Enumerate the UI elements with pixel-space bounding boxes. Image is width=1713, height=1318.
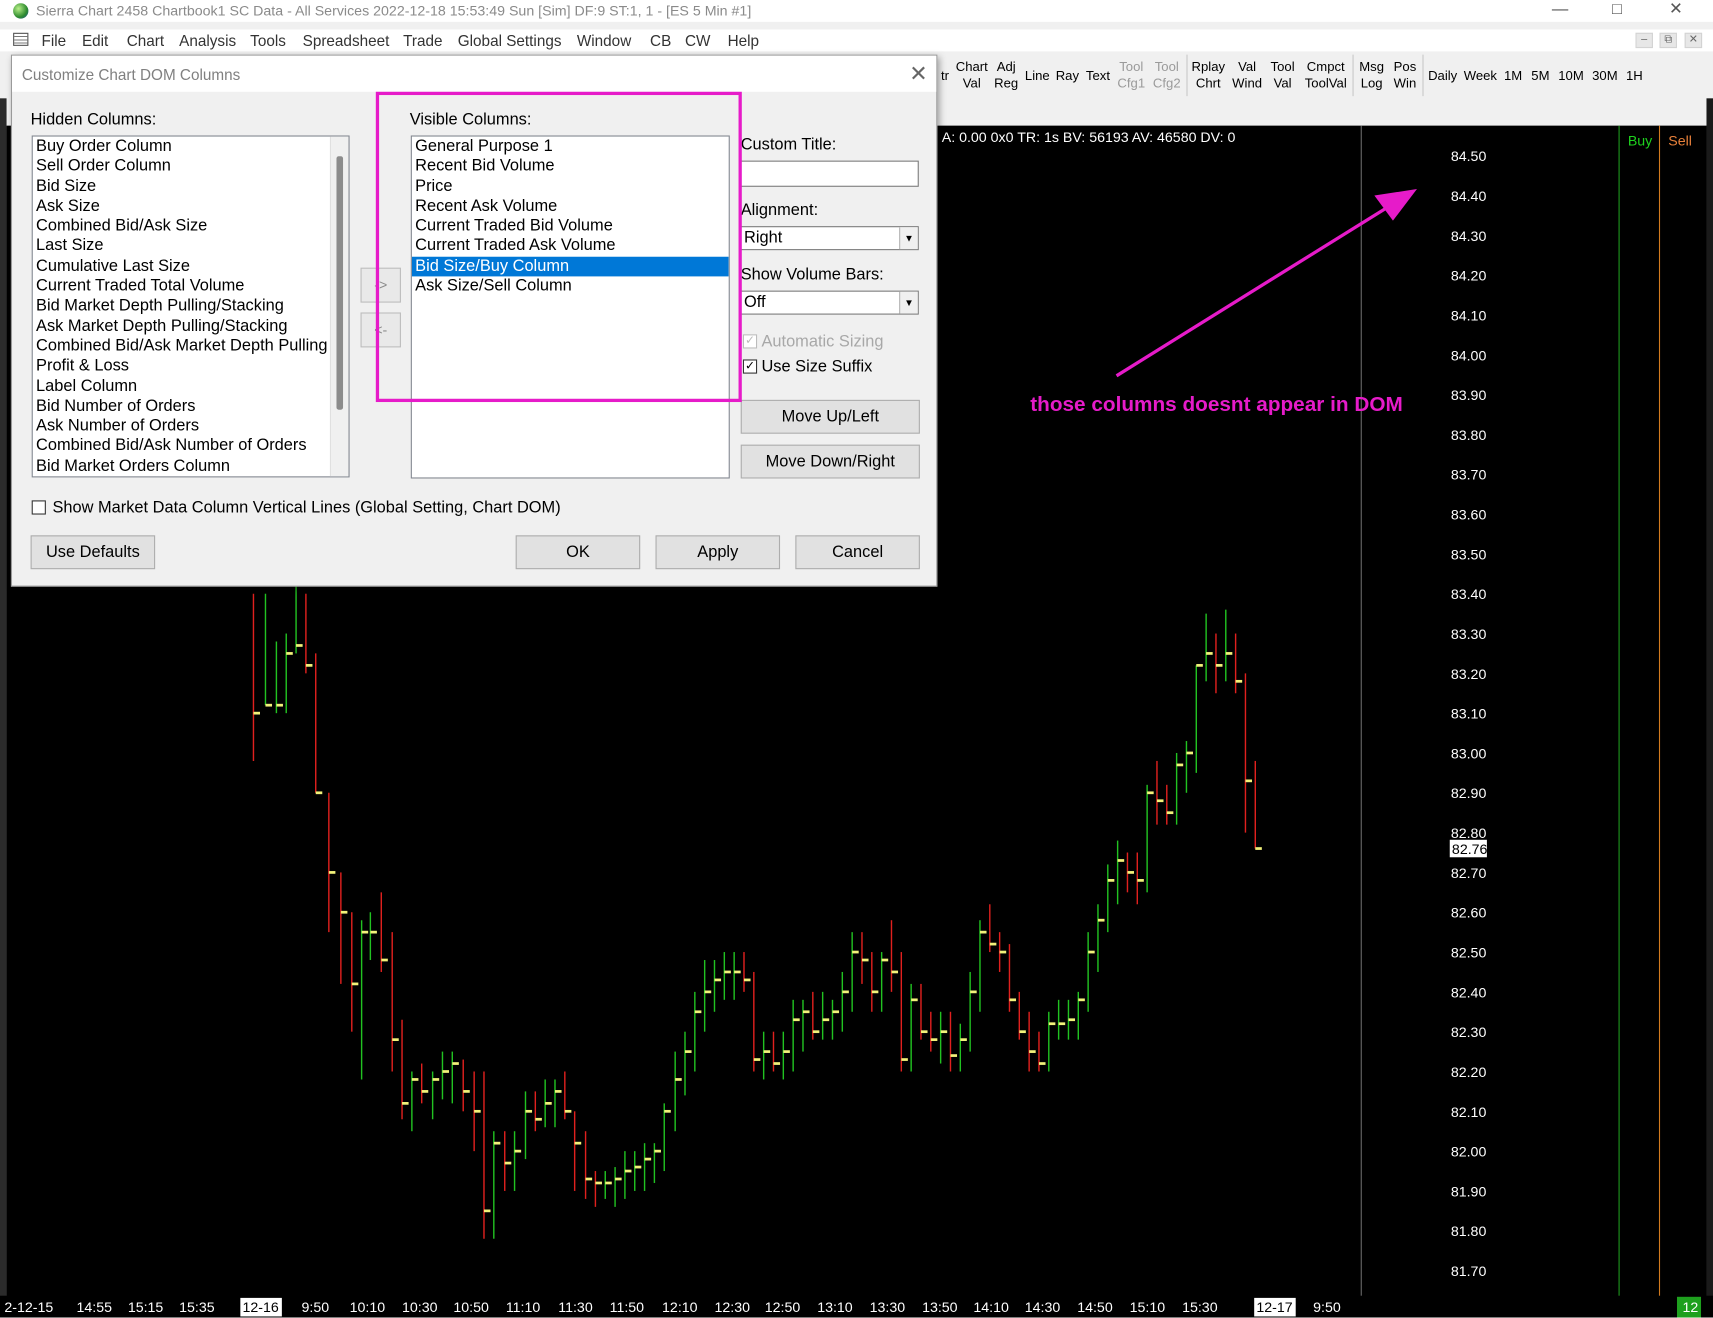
dropdown-arrow-icon[interactable]: ▼ <box>899 227 918 250</box>
list-item[interactable]: Ask Market Depth Pulling/Stacking <box>33 316 349 336</box>
hidden-columns-label: Hidden Columns: <box>30 110 157 129</box>
list-item[interactable]: Buy Order Column <box>33 137 349 157</box>
vertical-lines-checkbox[interactable] <box>31 500 46 515</box>
list-item[interactable]: Profit & Loss <box>33 356 349 376</box>
annotation-arrow-line <box>1115 201 1395 378</box>
alignment-select[interactable]: Right ▼ <box>739 226 919 251</box>
vertical-lines-label: Show Market Data Column Vertical Lines (… <box>52 498 561 517</box>
app-window: Sierra Chart 2458 Chartbook1 SC Data - A… <box>0 0 1713 1318</box>
list-item[interactable]: Bid Size <box>33 177 349 197</box>
list-item[interactable]: Sell Order Column <box>33 157 349 177</box>
dialog-title-bar: Customize Chart DOM Columns ✕ <box>12 55 937 92</box>
ok-button[interactable]: OK <box>515 535 641 570</box>
custom-title-label: Custom Title: <box>740 135 837 155</box>
use-size-suffix-label: Use Size Suffix <box>761 357 873 376</box>
hidden-list-scrollbar[interactable] <box>329 136 349 477</box>
apply-button[interactable]: Apply <box>655 535 781 570</box>
list-item[interactable]: Combined Bid/Ask Market Depth Pulling <box>33 336 349 356</box>
automatic-sizing-checkbox[interactable]: ✓ <box>742 334 758 349</box>
volume-bars-select[interactable]: Off ▼ <box>739 290 919 315</box>
list-item[interactable]: Combined Bid/Ask Number of Orders <box>33 436 349 456</box>
use-defaults-button[interactable]: Use Defaults <box>30 535 156 570</box>
move-up-left-button[interactable]: Move Up/Left <box>740 399 920 434</box>
annotation-highlight-box <box>375 91 742 403</box>
custom-title-input[interactable] <box>739 160 919 187</box>
volume-bars-label: Show Volume Bars: <box>740 265 884 285</box>
annotation-arrow-head <box>1374 189 1417 221</box>
list-item[interactable]: Current Traded Total Volume <box>33 276 349 296</box>
list-item[interactable]: Bid Number of Orders <box>33 396 349 416</box>
list-item[interactable]: Last Size <box>33 237 349 257</box>
volume-bars-value: Off <box>743 292 766 312</box>
list-item[interactable]: Cumulative Last Size <box>33 256 349 276</box>
list-item[interactable]: Bid Market Depth Pulling/Stacking <box>33 296 349 316</box>
use-size-suffix-checkbox[interactable]: ✓ <box>742 359 758 374</box>
alignment-label: Alignment: <box>740 201 819 220</box>
alignment-value: Right <box>743 228 783 247</box>
move-down-right-button[interactable]: Move Down/Right <box>740 444 920 479</box>
cancel-button[interactable]: Cancel <box>795 535 920 570</box>
annotation-text: those columns doesnt appear in DOM <box>1030 393 1403 417</box>
scrollbar-thumb[interactable] <box>336 156 344 410</box>
dialog-close-icon[interactable]: ✕ <box>909 60 927 87</box>
list-item[interactable]: Ask Size <box>33 197 349 217</box>
automatic-sizing-label: Automatic Sizing <box>761 332 884 351</box>
list-item[interactable]: Bid Market Orders Column <box>33 456 349 476</box>
list-item[interactable]: Ask Number of Orders <box>33 416 349 436</box>
list-item[interactable]: Combined Bid/Ask Size <box>33 217 349 237</box>
hidden-columns-list[interactable]: Buy Order Column Sell Order Column Bid Siz… <box>31 135 350 478</box>
dropdown-arrow-icon[interactable]: ▼ <box>899 291 918 314</box>
dialog-title: Customize Chart DOM Columns <box>21 65 241 84</box>
list-item[interactable]: Label Column <box>33 376 349 396</box>
